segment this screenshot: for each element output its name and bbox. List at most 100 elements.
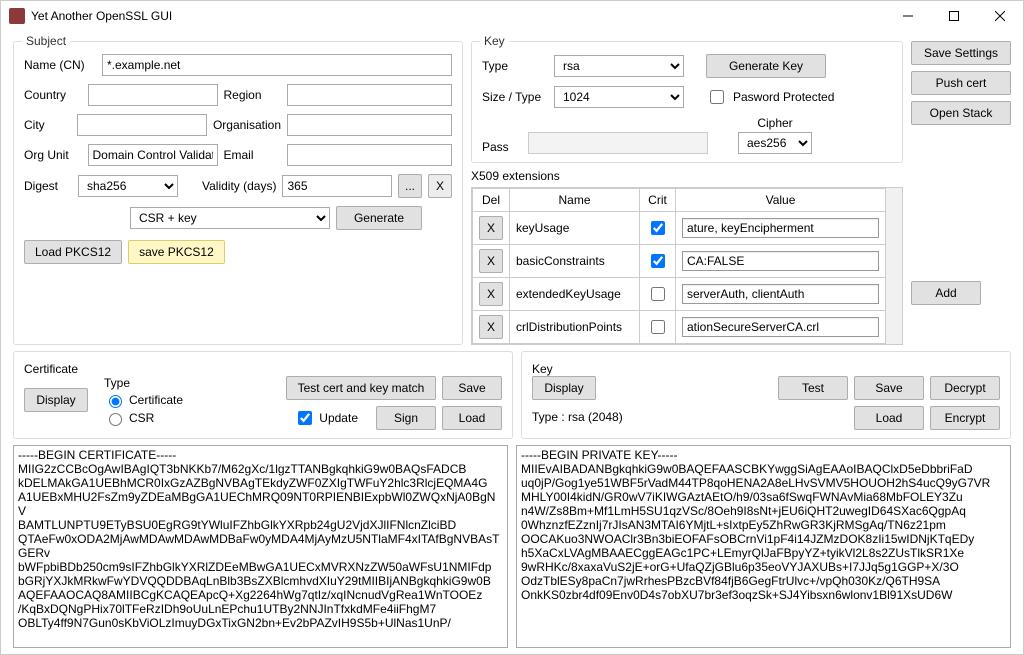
ext-value-input[interactable] — [682, 317, 879, 337]
add-extension-button[interactable]: Add — [911, 281, 981, 305]
ext-value-input[interactable] — [682, 284, 879, 304]
generate-button[interactable]: Generate — [336, 206, 422, 230]
validity-input[interactable] — [282, 175, 392, 197]
col-crit: Crit — [640, 189, 676, 212]
table-row: X basicConstraints — [473, 245, 886, 278]
ext-crit-checkbox[interactable] — [651, 254, 665, 268]
table-row: X crlDistributionPoints — [473, 311, 886, 344]
key-decrypt-button[interactable]: Decrypt — [930, 376, 1000, 400]
close-button[interactable] — [977, 1, 1023, 31]
pass-label: Pass — [482, 140, 522, 154]
save-pkcs12-button[interactable]: save PKCS12 — [128, 240, 225, 264]
ext-value-input[interactable] — [682, 218, 879, 238]
ext-scrollbar[interactable] — [886, 188, 902, 344]
ou-input[interactable] — [88, 144, 218, 166]
update-label: Update — [319, 411, 358, 425]
save-settings-button[interactable]: Save Settings — [911, 41, 1011, 65]
validity-dots-button[interactable]: ... — [398, 174, 422, 198]
region-label: Region — [224, 88, 282, 102]
key-title: Key — [480, 34, 509, 48]
mode-select[interactable]: CSR + key — [130, 207, 330, 229]
key-save-button[interactable]: Save — [854, 376, 924, 400]
minimize-button[interactable] — [885, 1, 931, 31]
password-protected-checkbox[interactable] — [710, 90, 724, 104]
password-protected-label: Pasword Protected — [733, 90, 834, 104]
radio-csr-label: CSR — [129, 411, 154, 425]
cert-sign-button[interactable]: Sign — [376, 406, 436, 430]
app-icon — [9, 8, 25, 24]
window-title: Yet Another OpenSSL GUI — [31, 9, 885, 23]
load-pkcs12-button[interactable]: Load PKCS12 — [24, 240, 122, 264]
ext-crit-checkbox[interactable] — [651, 221, 665, 235]
ext-del-button[interactable]: X — [479, 315, 503, 339]
test-match-button[interactable]: Test cert and key match — [286, 376, 436, 400]
ext-crit-checkbox[interactable] — [651, 320, 665, 334]
key-group: Key Type rsa Generate Key Size / Type 10… — [471, 41, 903, 163]
ext-name: keyUsage — [510, 212, 640, 245]
ext-del-button[interactable]: X — [479, 216, 503, 240]
certificate-textarea[interactable]: -----BEGIN CERTIFICATE----- MIIG2zCCBcOg… — [13, 445, 508, 648]
ext-del-button[interactable]: X — [479, 282, 503, 306]
ou-label: Org Unit — [24, 148, 82, 162]
validity-x-button[interactable]: X — [428, 174, 452, 198]
key-type-select[interactable]: rsa — [554, 55, 684, 77]
org-label: Organisation — [213, 118, 281, 132]
key-type-line: Type : rsa (2048) — [532, 410, 623, 424]
name-label: Name (CN) — [24, 58, 96, 72]
ext-name: crlDistributionPoints — [510, 311, 640, 344]
key-textarea[interactable]: -----BEGIN PRIVATE KEY----- MIIEvAIBADAN… — [516, 445, 1011, 648]
pass-input[interactable] — [528, 132, 708, 154]
ext-name: extendedKeyUsage — [510, 278, 640, 311]
subject-group: Subject Name (CN) Country Region City Or… — [13, 41, 463, 345]
extensions-table: Del Name Crit Value X keyUsage — [472, 188, 886, 344]
maximize-button[interactable] — [931, 1, 977, 31]
ext-del-button[interactable]: X — [479, 249, 503, 273]
key-encrypt-button[interactable]: Encrypt — [930, 406, 1000, 430]
key-load-button[interactable]: Load — [854, 406, 924, 430]
generate-key-button[interactable]: Generate Key — [706, 54, 826, 78]
city-input[interactable] — [77, 114, 207, 136]
cert-type-label: Type — [104, 376, 183, 390]
ext-name: basicConstraints — [510, 245, 640, 278]
titlebar: Yet Another OpenSSL GUI — [1, 1, 1023, 31]
name-input[interactable] — [102, 54, 452, 76]
email-input[interactable] — [287, 144, 452, 166]
key-display-button[interactable]: Display — [532, 376, 596, 400]
col-value: Value — [676, 189, 886, 212]
certificate-group: Certificate Display Type Certificate CSR — [13, 351, 513, 439]
country-label: Country — [24, 88, 82, 102]
col-del: Del — [473, 189, 510, 212]
cert-load-button[interactable]: Load — [442, 406, 502, 430]
radio-certificate[interactable] — [109, 395, 122, 408]
cipher-label: Cipher — [757, 116, 792, 130]
digest-label: Digest — [24, 179, 72, 193]
table-row: X keyUsage — [473, 212, 886, 245]
cert-save-button[interactable]: Save — [442, 376, 502, 400]
email-label: Email — [224, 148, 282, 162]
certificate-title: Certificate — [24, 362, 502, 376]
radio-certificate-label: Certificate — [129, 393, 183, 407]
key-display-group: Key Display Type : rsa (2048) Test Save … — [521, 351, 1011, 439]
push-cert-button[interactable]: Push cert — [911, 71, 1011, 95]
cert-display-button[interactable]: Display — [24, 388, 88, 412]
table-row: X extendedKeyUsage — [473, 278, 886, 311]
cipher-select[interactable]: aes256 — [738, 132, 812, 154]
ext-value-input[interactable] — [682, 251, 879, 271]
org-input[interactable] — [287, 114, 452, 136]
region-input[interactable] — [287, 84, 452, 106]
validity-label: Validity (days) — [202, 179, 276, 193]
extensions-title: X509 extensions — [471, 169, 903, 183]
digest-select[interactable]: sha256 — [78, 175, 178, 197]
key-test-button[interactable]: Test — [778, 376, 848, 400]
radio-csr[interactable] — [109, 413, 122, 426]
ext-crit-checkbox[interactable] — [651, 287, 665, 301]
country-input[interactable] — [88, 84, 218, 106]
open-stack-button[interactable]: Open Stack — [911, 101, 1011, 125]
key-display-title: Key — [532, 362, 1000, 376]
col-name: Name — [510, 189, 640, 212]
key-type-label: Type — [482, 59, 548, 73]
subject-title: Subject — [22, 34, 70, 48]
key-size-label: Size / Type — [482, 90, 548, 104]
update-checkbox[interactable] — [298, 411, 312, 425]
key-size-select[interactable]: 1024 — [554, 86, 684, 108]
